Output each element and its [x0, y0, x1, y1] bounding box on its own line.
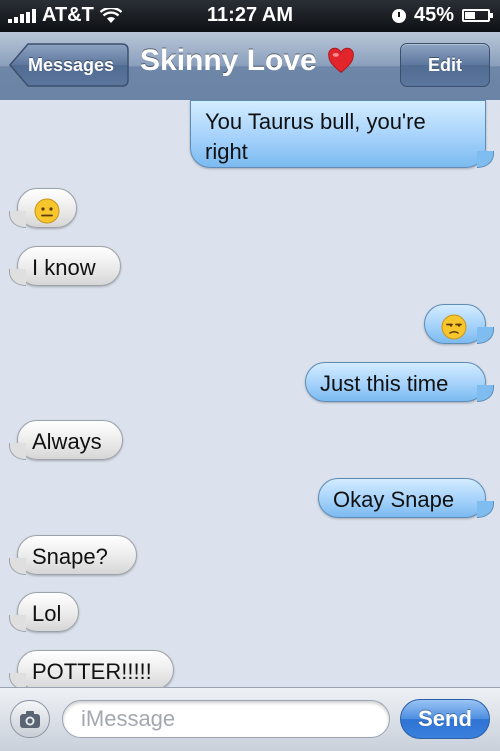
message-bubble-outgoing[interactable]: You Taurus bull, you're right: [190, 100, 494, 168]
message-bubble-incoming[interactable]: Snape?: [9, 535, 137, 575]
message-bubble-outgoing[interactable]: Just this time: [305, 362, 494, 402]
message-text: Okay Snape: [333, 487, 455, 512]
back-button-label: Messages: [28, 55, 115, 75]
message-bubble-incoming[interactable]: Always: [9, 420, 123, 460]
conversation-title-group: Skinny Love: [140, 44, 355, 78]
clock-icon: [391, 8, 406, 23]
message-text: POTTER!!!!!: [32, 659, 152, 684]
edit-button[interactable]: Edit: [400, 43, 490, 87]
status-right: 45%: [391, 4, 493, 27]
send-button[interactable]: Send: [400, 699, 490, 739]
message-bubble-outgoing[interactable]: [424, 304, 494, 344]
camera-button[interactable]: [10, 700, 50, 738]
message-input[interactable]: [62, 700, 390, 738]
message-bubble-incoming[interactable]: [9, 188, 77, 228]
message-text: You Taurus bull, you're right: [205, 109, 426, 164]
unamused-face-icon: [441, 314, 467, 340]
message-text: I know: [32, 255, 96, 280]
message-bubble-incoming[interactable]: I know: [9, 246, 121, 286]
message-thread[interactable]: You Taurus bull, you're right I know Jus…: [0, 100, 500, 687]
battery-percent: 45%: [413, 4, 454, 26]
heart-icon: [327, 47, 354, 73]
back-button[interactable]: Messages: [8, 42, 130, 88]
message-bubble-incoming[interactable]: Lol: [9, 592, 79, 632]
message-text: Snape?: [32, 544, 108, 569]
message-text: Always: [32, 429, 102, 454]
message-bubble-incoming[interactable]: POTTER!!!!!: [9, 650, 174, 687]
battery-icon: [462, 9, 493, 22]
battery-fill: [465, 12, 475, 19]
message-text: Just this time: [320, 371, 449, 396]
message-text: Lol: [32, 601, 62, 626]
neutral-face-icon: [34, 198, 60, 224]
navigation-bar: Messages Skinny Love Edit: [0, 32, 500, 101]
status-bar: AT&T 11:27 AM 45%: [0, 0, 500, 32]
message-bubble-outgoing[interactable]: Okay Snape: [318, 478, 494, 518]
conversation-title: Skinny Love: [140, 44, 317, 77]
compose-bar: Send: [0, 687, 500, 751]
camera-icon: [20, 711, 40, 728]
